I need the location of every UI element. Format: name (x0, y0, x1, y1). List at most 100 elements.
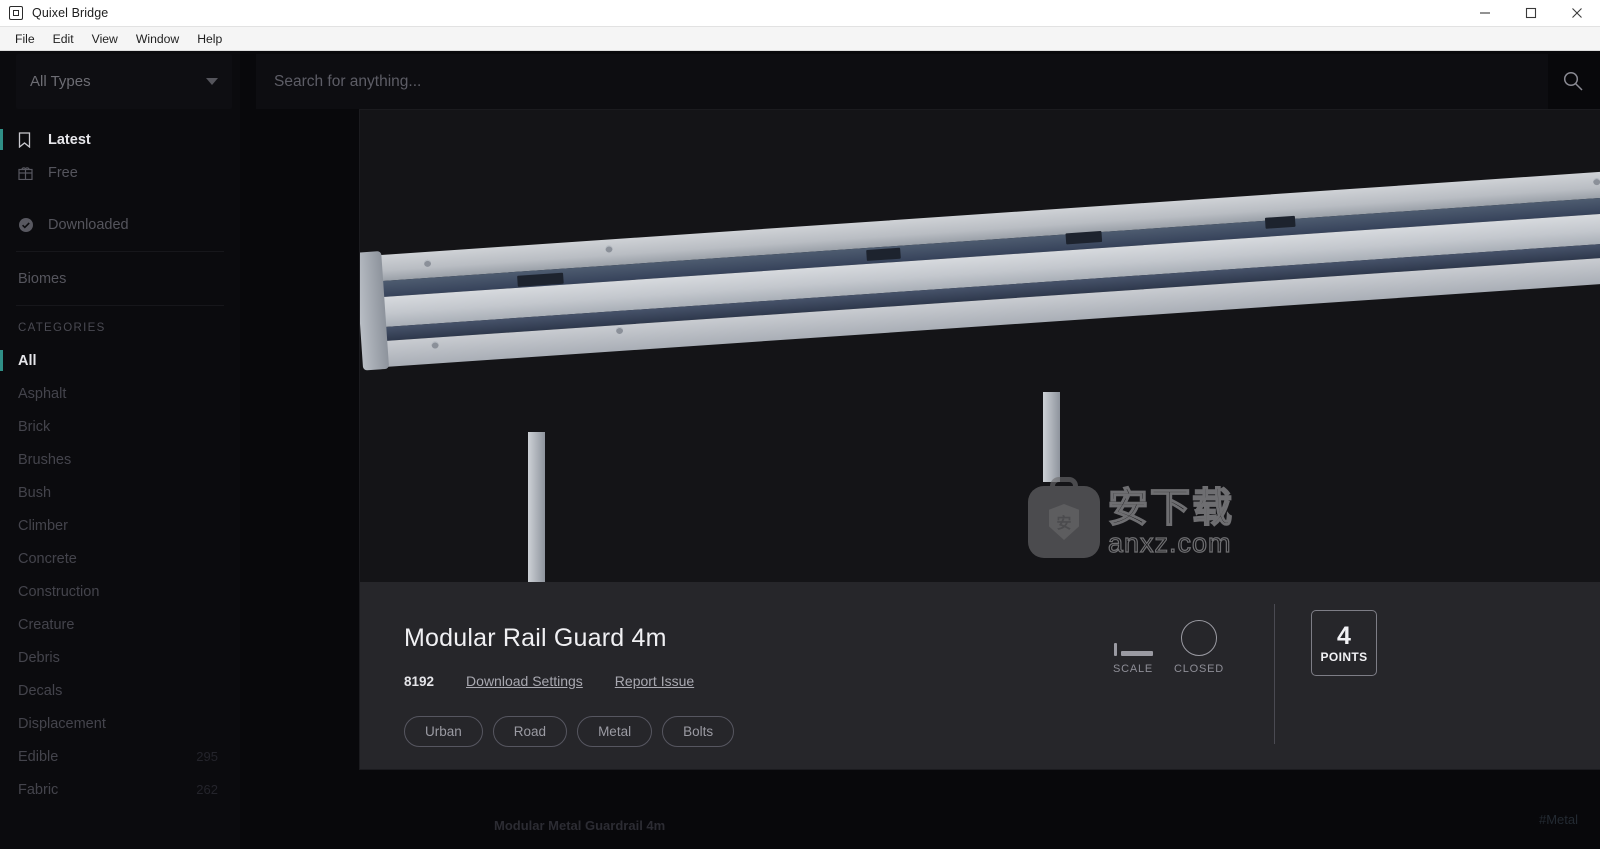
sidebar-item-asphalt[interactable]: Asphalt (0, 377, 240, 410)
scale-bar-mark (1120, 651, 1153, 656)
menu-file[interactable]: File (6, 29, 44, 49)
sidebar-item-biomes[interactable]: Biomes (0, 262, 240, 295)
chevron-down-icon (206, 78, 218, 85)
minimize-button[interactable] (1462, 0, 1508, 27)
type-filter-value: All Types (30, 73, 91, 90)
watermark-logo: 安 (1028, 477, 1100, 558)
guardrail-render (360, 110, 1600, 582)
page-title: Modular Rail Guard 4m (404, 624, 667, 652)
active-indicator (0, 129, 3, 150)
category-count: 262 (196, 782, 218, 797)
report-issue-link[interactable]: Report Issue (615, 673, 694, 689)
tag-metal[interactable]: Metal (577, 716, 653, 747)
sidebar-item-displacement[interactable]: Displacement (0, 707, 240, 740)
points-badge: 4 POINTS (1311, 610, 1377, 676)
stat-scale: SCALE (1100, 602, 1166, 675)
tag-urban[interactable]: Urban (404, 716, 483, 747)
menu-edit[interactable]: Edit (44, 29, 83, 49)
category-label: Concrete (18, 550, 77, 567)
tag-bolts[interactable]: Bolts (662, 716, 735, 747)
active-indicator (0, 350, 3, 371)
app-icon (9, 6, 23, 20)
gift-icon (18, 164, 40, 182)
category-label: All (18, 352, 37, 369)
sidebar-item-downloaded[interactable]: Downloaded (0, 208, 240, 241)
search-input[interactable]: Search for anything... (274, 73, 421, 91)
sidebar-item-brick[interactable]: Brick (0, 410, 240, 443)
app-body: All Types Latest Free Downloaded Biomes … (0, 51, 1600, 849)
bookmark-icon (18, 131, 40, 149)
sidebar-item-concrete[interactable]: Concrete (0, 542, 240, 575)
category-count: 295 (196, 749, 218, 764)
window-title: Quixel Bridge (32, 6, 109, 20)
search-bar[interactable]: Search for anything... (256, 54, 1583, 109)
menu-help[interactable]: Help (188, 29, 231, 49)
watermark-en: anxz.com (1107, 528, 1232, 558)
category-label: Brushes (18, 451, 72, 468)
sidebar-item-climber[interactable]: Climber (0, 509, 240, 542)
menu-window[interactable]: Window (127, 29, 188, 49)
category-label: Creature (18, 616, 75, 633)
sidebar: All Types Latest Free Downloaded Biomes … (0, 51, 240, 849)
sidebar-item-construction[interactable]: Construction (0, 575, 240, 608)
sidebar-item-debris[interactable]: Debris (0, 641, 240, 674)
check-circle-icon (18, 216, 40, 234)
asset-meta-row: 8192 Download Settings Report Issue (404, 673, 1600, 689)
category-label: Decals (18, 682, 63, 699)
sidebar-divider (16, 305, 224, 306)
type-filter-dropdown[interactable]: All Types (16, 54, 232, 109)
stat-closed: CLOSED (1166, 602, 1232, 675)
main-content: Search for anything... NEW #Metal NEW Mo… (240, 51, 1600, 849)
asset-caption: Modular Metal Guardrail 4m (494, 818, 666, 833)
sidebar-item-all[interactable]: All (0, 344, 240, 377)
category-label: Fabric (18, 781, 59, 798)
search-icon[interactable] (1562, 70, 1584, 97)
category-label: Construction (18, 583, 100, 600)
points-label: POINTS (1320, 649, 1368, 664)
sidebar-item-free[interactable]: Free (0, 156, 240, 189)
close-button[interactable] (1554, 0, 1600, 27)
tag-road[interactable]: Road (492, 716, 568, 747)
bolt-icon (1592, 177, 1600, 186)
sidebar-nav: Latest Free Downloaded Biomes (0, 109, 240, 306)
category-label: Bush (18, 484, 52, 501)
asset-hashtag: #Metal (1538, 812, 1578, 827)
category-label: Climber (18, 517, 68, 534)
circle-icon (1181, 602, 1217, 656)
stats-divider (1274, 604, 1275, 744)
sidebar-divider (16, 251, 224, 252)
sidebar-item-decals[interactable]: Decals (0, 674, 240, 707)
category-label: Debris (18, 649, 60, 666)
menu-view[interactable]: View (83, 29, 127, 49)
guardrail-beam (360, 110, 1600, 454)
resolution-value: 8192 (404, 673, 435, 689)
watermark: 安 安下载 anxz.com (1028, 477, 1248, 562)
watermark-cn: 安下载 (1107, 486, 1234, 530)
asset-stats: SCALE CLOSED 4 POINTS (1100, 602, 1377, 744)
sidebar-item-latest[interactable]: Latest (0, 123, 240, 156)
application-window: Quixel Bridge File Edit View Window Help… (0, 0, 1600, 849)
asset-preview[interactable]: 安 安下载 anxz.com (360, 110, 1600, 582)
tag-list: Urban Road Metal Bolts (404, 716, 1600, 747)
asset-info-panel: Modular Rail Guard 4m 8192 Download Sett… (360, 582, 1600, 769)
scale-icon (1113, 602, 1153, 656)
sidebar-item-label: Latest (48, 131, 91, 148)
sidebar-item-creature[interactable]: Creature (0, 608, 240, 641)
sidebar-item-fabric[interactable]: Fabric 262 (0, 773, 240, 806)
category-label: Edible (18, 748, 59, 765)
sidebar-item-label: Biomes (18, 270, 67, 287)
scale-person-mark (1113, 643, 1117, 656)
maximize-button[interactable] (1508, 0, 1554, 27)
sidebar-item-brushes[interactable]: Brushes (0, 443, 240, 476)
asset-detail-modal: 安 安下载 anxz.com Modular Rail Guard 4m 819… (360, 110, 1600, 769)
window-controls (1462, 0, 1600, 27)
stat-label: SCALE (1112, 663, 1154, 675)
download-settings-link[interactable]: Download Settings (466, 673, 583, 689)
sidebar-item-edible[interactable]: Edible 295 (0, 740, 240, 773)
category-label: Displacement (18, 715, 106, 732)
briefcase-handle-icon (1050, 477, 1078, 495)
sidebar-item-bush[interactable]: Bush (0, 476, 240, 509)
watermark-text: 安下载 anxz.com (1107, 486, 1234, 558)
categories-list: All Asphalt Brick Brushes Bush Climber C… (0, 344, 240, 806)
